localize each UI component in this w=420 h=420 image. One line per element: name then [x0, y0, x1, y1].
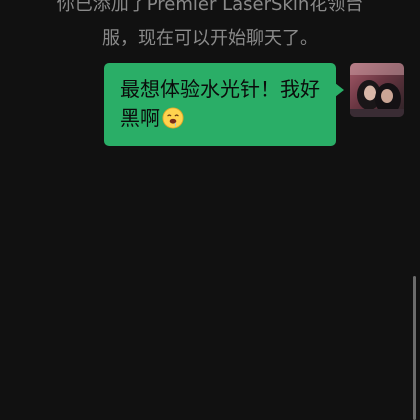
message-row-self: 最想体验水光针！我好黑啊	[104, 63, 404, 146]
system-notice: 你已添加了Premier LaserSkin花领台 服，现在可以开始聊天了。	[40, 0, 380, 56]
system-notice-line-1: 你已添加了Premier LaserSkin花领台	[56, 0, 364, 15]
scrollbar[interactable]	[413, 276, 416, 420]
system-notice-line-2: 服，现在可以开始聊天了。	[102, 28, 318, 49]
message-bubble[interactable]: 最想体验水光针！我好黑啊	[104, 63, 344, 146]
avatar[interactable]	[350, 63, 404, 117]
message-text: 最想体验水光针！我好黑啊	[120, 77, 320, 130]
chat-screen: 你已添加了Premier LaserSkin花领台 服，现在可以开始聊天了。 最…	[0, 0, 420, 420]
drooling-face-icon	[162, 107, 184, 129]
avatar-photo	[350, 63, 404, 117]
